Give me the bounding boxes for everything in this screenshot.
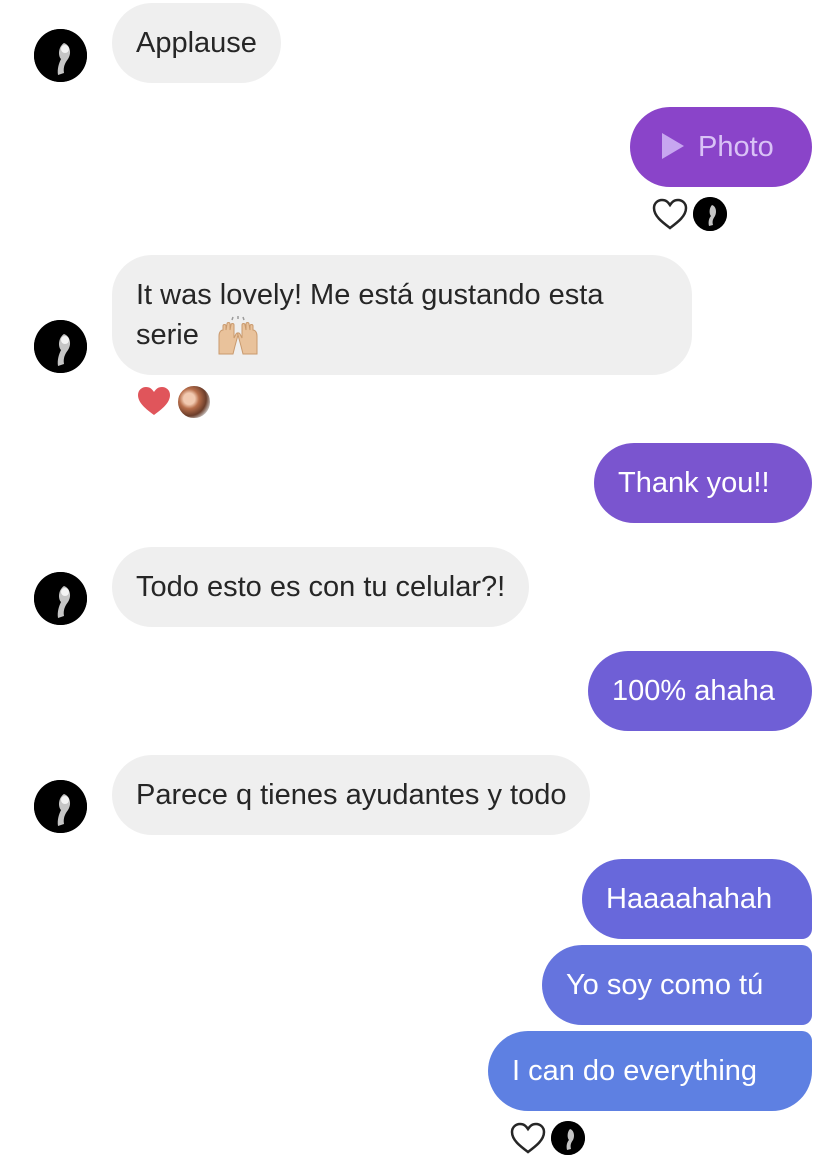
contact-avatar[interactable] — [34, 780, 87, 833]
reactor-avatar — [176, 384, 212, 420]
outgoing-message[interactable]: Thank you!! — [594, 443, 812, 523]
incoming-message[interactable]: Parece q tienes ayudantes y todo — [112, 755, 591, 835]
heart-filled-icon[interactable] — [136, 385, 172, 417]
heart-outline-icon[interactable] — [510, 1122, 546, 1154]
message-text: Todo esto es con tu celular?! — [136, 571, 506, 603]
play-icon — [662, 133, 684, 160]
outgoing-photo-message[interactable]: Photo — [630, 107, 812, 187]
incoming-message[interactable]: Todo esto es con tu celular?! — [112, 547, 530, 627]
message-text: Haaaahahah — [606, 883, 773, 915]
raised-hands-emoji — [218, 316, 258, 355]
message-text-line: It was lovely! Me está gustando esta — [136, 279, 604, 311]
contact-avatar[interactable] — [34, 320, 87, 373]
reactor-avatar — [693, 197, 727, 231]
message-text: Applause — [136, 27, 257, 59]
message-text-line: serie — [136, 319, 199, 351]
message-text: Thank you!! — [618, 467, 770, 499]
incoming-message[interactable]: It was lovely! Me está gustando esta ser… — [112, 255, 692, 375]
message-text: 100% ahaha — [612, 675, 775, 707]
outgoing-message[interactable]: Yo soy como tú — [542, 945, 812, 1025]
photo-label: Photo — [698, 131, 774, 163]
outgoing-message[interactable]: Haaaahahah — [582, 859, 812, 939]
incoming-message[interactable]: Applause — [112, 3, 281, 83]
contact-avatar[interactable] — [34, 572, 87, 625]
message-text: Parece q tienes ayudantes y todo — [136, 779, 567, 811]
reactor-avatar — [551, 1121, 585, 1155]
contact-avatar[interactable] — [34, 29, 87, 82]
outgoing-message[interactable]: 100% ahaha — [588, 651, 812, 731]
heart-outline-icon[interactable] — [652, 198, 688, 230]
message-text: I can do everything — [512, 1055, 758, 1087]
message-text: Yo soy como tú — [566, 969, 764, 1001]
outgoing-message[interactable]: I can do everything — [488, 1031, 812, 1111]
